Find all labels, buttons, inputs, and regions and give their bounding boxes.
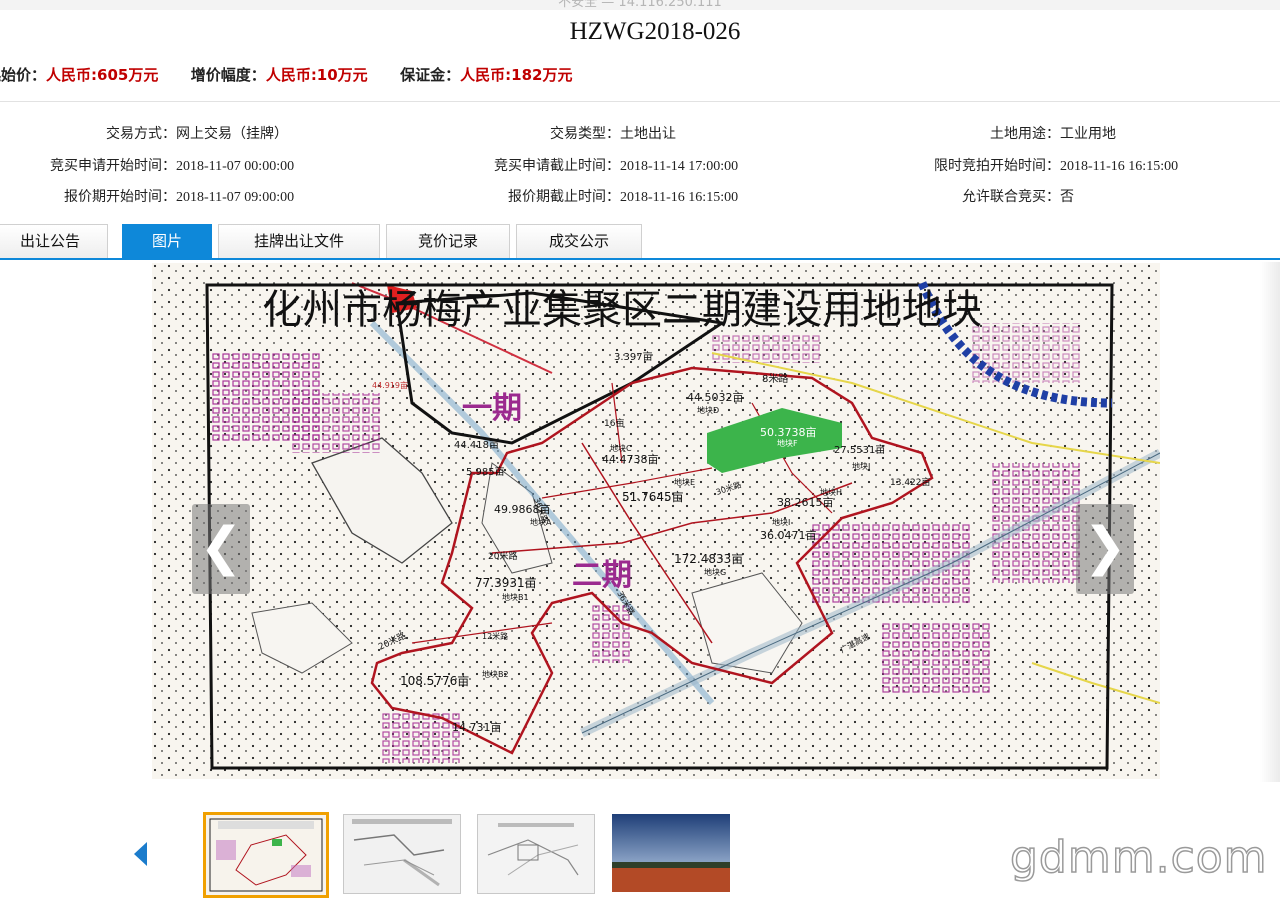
info-label: 竞买申请截止时间： [494, 158, 620, 174]
browser-url-bar[interactable]: 不安全 — 14.116.250.111 [0, 0, 1280, 10]
svg-text:地块B2: 地块B2 [482, 669, 509, 679]
map-title: 化州市杨梅产业集聚区二期建设用地地块 [262, 287, 982, 333]
deposit-value: 人民币:182万元 [460, 66, 573, 84]
thumbnail-prev-arrow-icon[interactable] [134, 842, 147, 866]
svg-text:地块G: 地块G [704, 567, 726, 577]
svg-text:8米路: 8米路 [762, 372, 788, 385]
info-apply-start: 竞买申请开始时间：2018-11-07 00:00:00 [0, 155, 294, 175]
svg-text:50.3738亩: 50.3738亩 [760, 425, 817, 439]
svg-text:地块C: 地块C [610, 443, 632, 453]
info-joint-bid: 允许联合竞买：否 [880, 186, 1074, 206]
increment-label: 增价幅度： [190, 66, 266, 84]
thumb-map-3-image [478, 815, 594, 893]
info-value: 2018-11-07 09:00:00 [176, 190, 295, 205]
info-trade-type: 交易类型：土地出让 [440, 123, 676, 143]
thumb-photo[interactable] [612, 814, 730, 892]
info-auction-start: 限时竞拍开始时间：2018-11-16 16:15:00 [880, 155, 1178, 175]
thumb-photo-image [612, 814, 730, 892]
info-label: 交易类型： [550, 126, 620, 142]
info-value: 2018-11-07 00:00:00 [176, 159, 295, 174]
site-watermark: gdmm.com [1009, 831, 1268, 884]
info-value: 否 [1060, 190, 1074, 205]
info-value: 2018-11-16 16:15:00 [620, 190, 739, 205]
svg-text:36.0471亩: 36.0471亩 [760, 528, 817, 542]
thumb-map-1-image [206, 815, 326, 895]
svg-text:108.5776亩: 108.5776亩 [400, 673, 469, 688]
tab-bid-records[interactable]: 竞价记录 [386, 224, 510, 258]
info-land-use: 土地用途：工业用地 [880, 123, 1116, 143]
svg-text:地块H: 地块H [820, 487, 842, 497]
svg-text:地块E: 地块E [674, 477, 695, 487]
tab-underline [0, 258, 1280, 260]
url-text: 不安全 — 14.116.250.111 [558, 0, 722, 10]
svg-text:44.5032亩: 44.5032亩 [687, 390, 744, 404]
map-phase1-label: 一期 [462, 391, 522, 426]
svg-text:44.418亩: 44.418亩 [454, 438, 499, 451]
svg-text:38.2615亩: 38.2615亩 [777, 495, 834, 509]
info-apply-end: 竞买申请截止时间：2018-11-14 17:00:00 [440, 155, 738, 175]
svg-text:172.4833亩: 172.4833亩 [674, 551, 743, 566]
info-trade-method: 交易方式：网上交易（挂牌） [0, 123, 288, 143]
map-phase2-label: 二期 [572, 558, 632, 593]
svg-text:44.919亩: 44.919亩 [372, 380, 408, 390]
map-drawing: 化州市杨梅产业集聚区二期建设用地地块 一期 二期 3.397亩 8米路 44.5… [152, 263, 1160, 779]
info-value: 2018-11-16 16:15:00 [1060, 159, 1179, 174]
starting-price-value: 人民币:605万元 [46, 66, 159, 84]
info-value: 2018-11-14 17:00:00 [620, 159, 739, 174]
increment-value: 人民币:10万元 [265, 66, 368, 84]
svg-text:51.7645亩: 51.7645亩 [622, 489, 684, 504]
svg-text:5.985亩: 5.985亩 [466, 465, 505, 478]
side-shadow [1260, 262, 1280, 782]
thumb-map-3[interactable] [477, 814, 595, 894]
svg-text:16亩: 16亩 [604, 417, 624, 429]
info-label: 土地用途： [990, 126, 1060, 142]
info-value: 工业用地 [1060, 127, 1116, 142]
tab-images[interactable]: 图片 [122, 224, 212, 258]
svg-text:20米路: 20米路 [488, 550, 517, 562]
svg-text:3.397亩: 3.397亩 [614, 350, 653, 363]
info-quote-end: 报价期截止时间：2018-11-16 16:15:00 [440, 186, 738, 206]
tab-deal-publicity[interactable]: 成交公示 [516, 224, 642, 258]
svg-text:地块I: 地块I [772, 517, 790, 527]
deposit-label: 保证金： [400, 66, 461, 84]
info-label: 报价期截止时间： [508, 189, 620, 205]
info-label: 竞买申请开始时间： [50, 158, 176, 174]
page-title: HZWG2018-026 [569, 18, 741, 45]
svg-text:13.422亩: 13.422亩 [890, 476, 931, 488]
svg-text:44.4738亩: 44.4738亩 [602, 452, 659, 466]
prev-image-button[interactable]: ❮ [192, 504, 250, 594]
svg-text:地块J: 地块J [852, 461, 870, 471]
info-value: 土地出让 [620, 127, 676, 142]
thumb-map-2-image [344, 815, 460, 893]
divider [0, 101, 1280, 102]
info-label: 允许联合竞买： [962, 189, 1060, 205]
land-plot-map: 化州市杨梅产业集聚区二期建设用地地块 一期 二期 3.397亩 8米路 44.5… [152, 263, 1160, 779]
tab-announcement[interactable]: 出让公告 [0, 224, 108, 258]
svg-text:12米路: 12米路 [482, 631, 508, 641]
info-label: 限时竞拍开始时间： [934, 158, 1060, 174]
svg-text:14.731亩: 14.731亩 [452, 720, 502, 734]
svg-text:地块D: 地块D [697, 405, 719, 415]
info-label: 交易方式： [106, 126, 176, 142]
svg-text:77.3931亩: 77.3931亩 [475, 575, 537, 590]
price-summary: 起始价：人民币:605万元 增价幅度：人民币:10万元 保证金：人民币:182万… [0, 64, 572, 88]
info-label: 报价期开始时间： [64, 189, 176, 205]
thumb-map-2[interactable] [343, 814, 461, 894]
svg-text:27.5531亩: 27.5531亩 [834, 443, 885, 456]
thumb-map-1[interactable] [203, 812, 329, 898]
starting-price-label: 起始价： [0, 66, 47, 84]
info-quote-start: 报价期开始时间：2018-11-07 09:00:00 [0, 186, 294, 206]
next-image-button[interactable]: ❯ [1076, 504, 1134, 594]
tab-listing-documents[interactable]: 挂牌出让文件 [218, 224, 380, 258]
svg-text:地块F: 地块F [777, 438, 798, 448]
info-value: 网上交易（挂牌） [176, 127, 288, 142]
svg-text:地块B1: 地块B1 [502, 592, 529, 602]
